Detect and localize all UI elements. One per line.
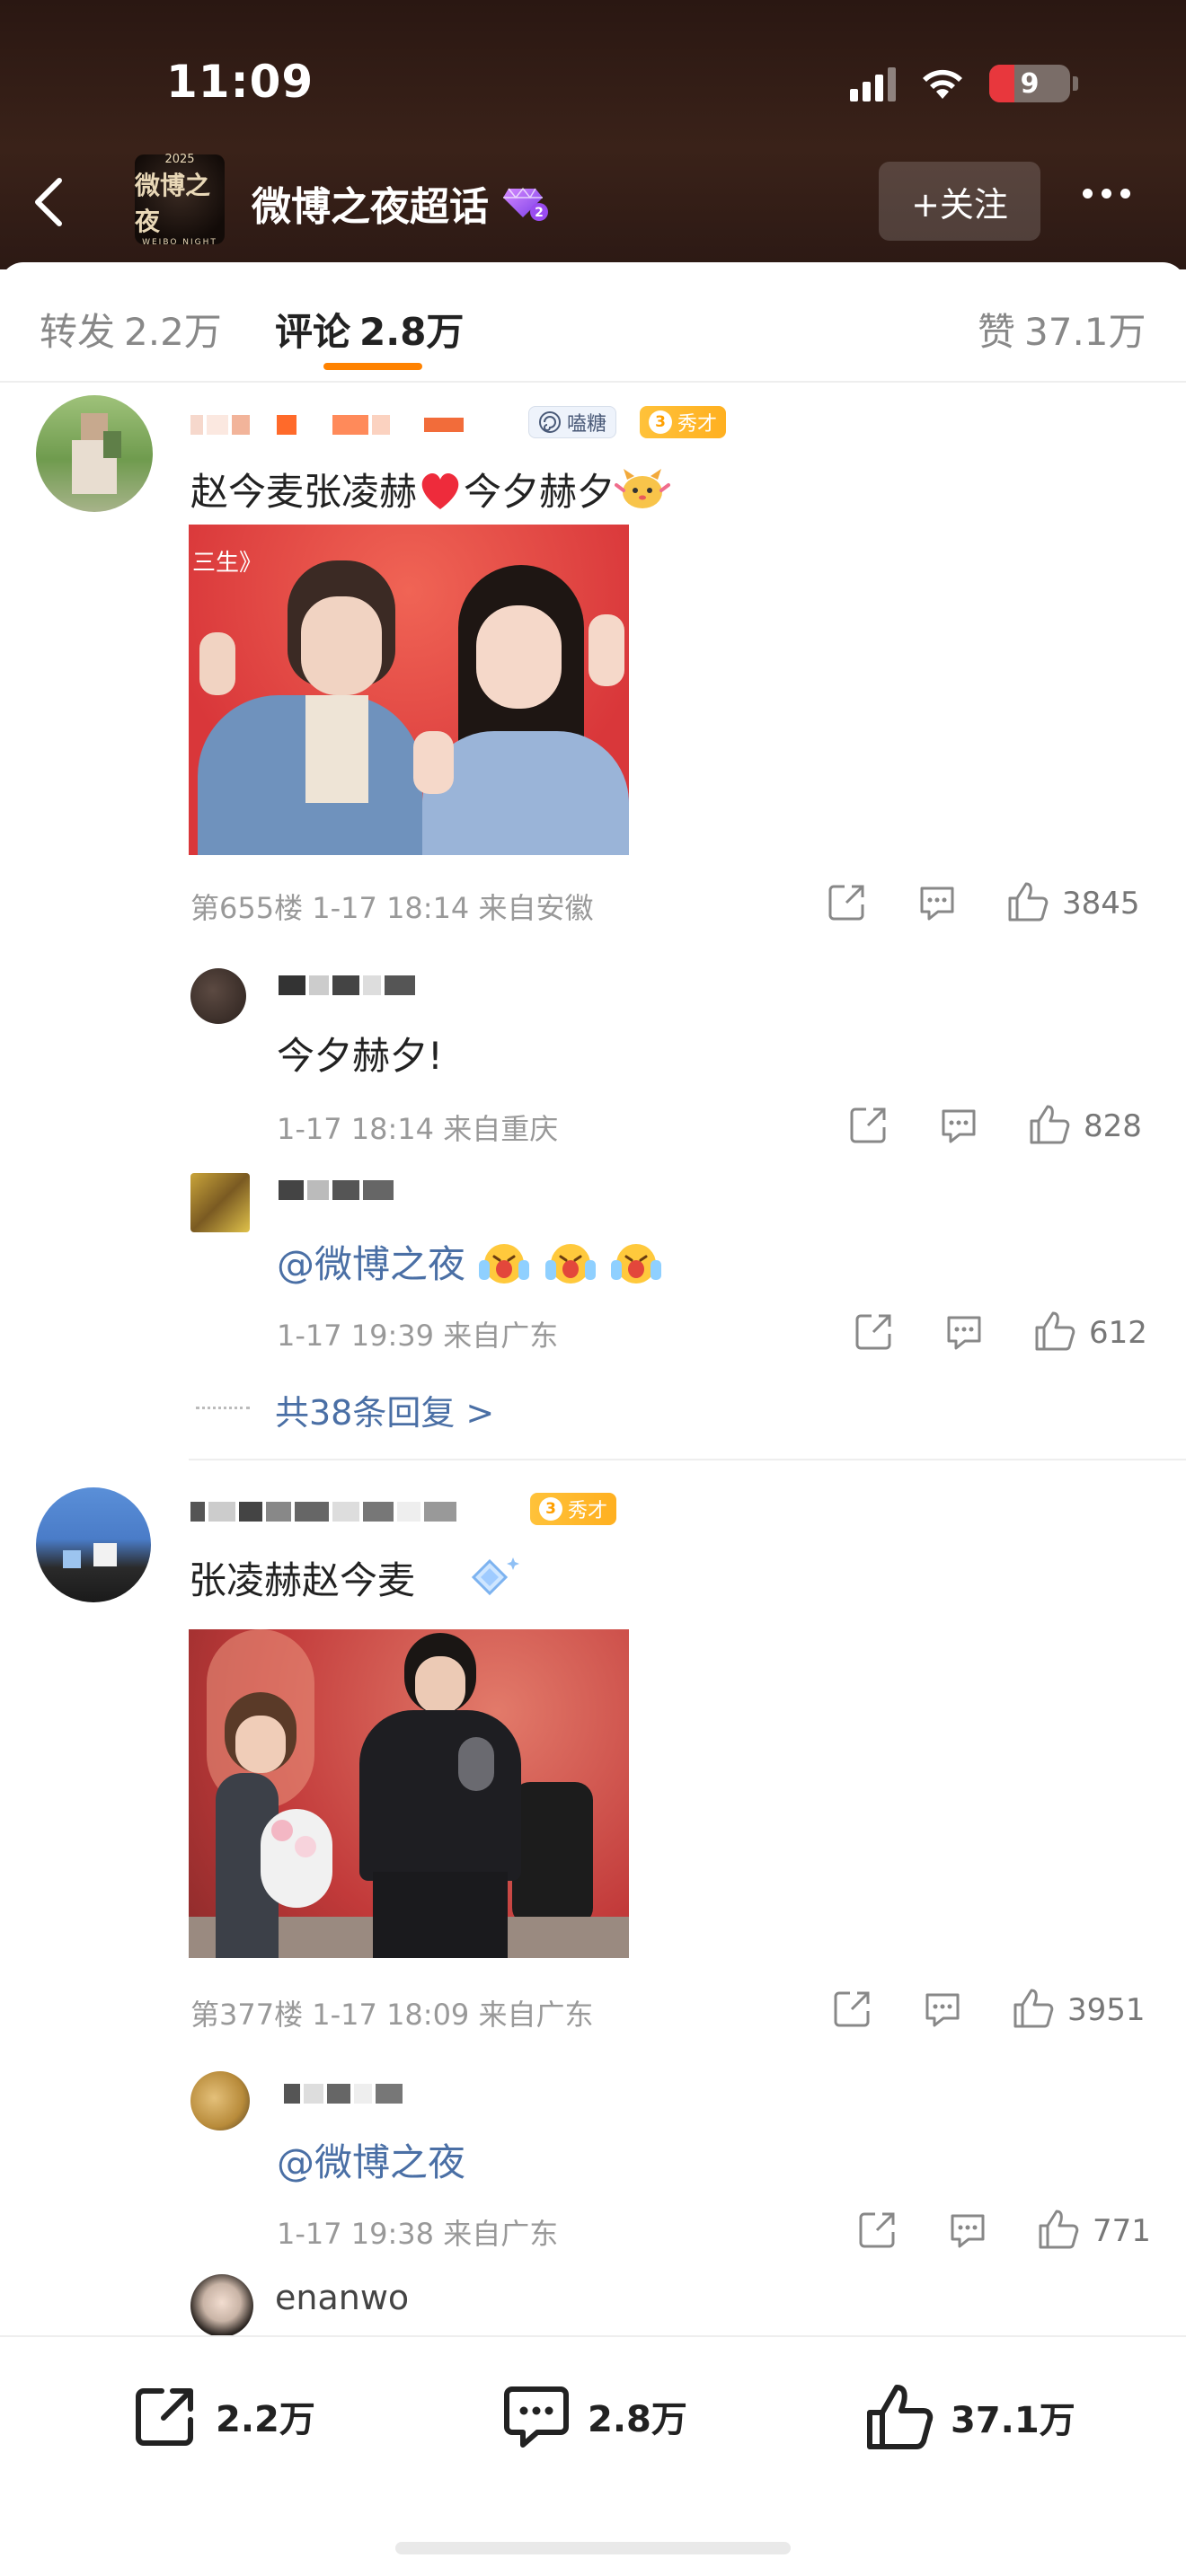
share-icon bbox=[136, 2388, 193, 2446]
reply-icon[interactable] bbox=[947, 2209, 988, 2254]
battery-level: 9 bbox=[1020, 67, 1040, 100]
comment-text: 张凌赫赵今麦 bbox=[189, 1550, 526, 1615]
avatar[interactable] bbox=[36, 395, 153, 512]
username-blurred[interactable] bbox=[279, 1180, 394, 1200]
home-indicator[interactable] bbox=[395, 2542, 791, 2554]
reply-icon[interactable] bbox=[943, 1310, 985, 1355]
tab-reposts[interactable]: 转发 2.2万 bbox=[40, 302, 222, 357]
diamond-sparkle-icon bbox=[463, 1552, 526, 1615]
like-count: 828 bbox=[1084, 1108, 1142, 1144]
active-tab-indicator bbox=[323, 363, 422, 370]
topic-logo[interactable]: 2025 微博之夜 WEIBO NIGHT bbox=[135, 153, 225, 247]
share-icon[interactable] bbox=[848, 1104, 890, 1149]
username-blurred[interactable] bbox=[284, 2084, 403, 2104]
reply-icon[interactable] bbox=[938, 1104, 979, 1149]
reply-icon[interactable] bbox=[916, 881, 958, 926]
reply-meta: 1-17 19:38 来自广东 bbox=[277, 2217, 559, 2251]
comment-actions: 3845 bbox=[827, 880, 1140, 927]
chevron-left-icon bbox=[35, 178, 62, 226]
avatar[interactable] bbox=[190, 968, 246, 1024]
status-icons: 9 bbox=[850, 65, 1078, 102]
topic-header: 11:09 9 2025 微博之夜 WEIBO NIGHT 微博之夜超话 2 +… bbox=[0, 0, 1186, 269]
back-button[interactable] bbox=[27, 175, 72, 229]
dot-icon bbox=[1102, 189, 1111, 198]
reply-text: @微博之夜 bbox=[277, 2132, 465, 2187]
status-time: 11:09 bbox=[166, 56, 314, 108]
avatar[interactable] bbox=[36, 1487, 151, 1602]
like-count: 771 bbox=[1093, 2213, 1151, 2249]
tab-comments[interactable]: 评论 2.8万 bbox=[275, 302, 464, 357]
like-icon[interactable] bbox=[1037, 2208, 1080, 2254]
bottom-action-bar: 2.2万 2.8万 37.1万 bbox=[0, 2335, 1186, 2576]
mention-link[interactable]: @微博之夜 bbox=[277, 1242, 465, 1286]
username-blurred[interactable] bbox=[279, 975, 415, 995]
excited-emoji-icon bbox=[544, 1239, 597, 1296]
view-more-replies-link[interactable]: 共38条回复 > bbox=[275, 1385, 494, 1434]
like-button[interactable]: 37.1万 bbox=[864, 2382, 1075, 2452]
badge-candy[interactable]: 嗑糖 bbox=[528, 406, 617, 438]
reply-actions: 612 bbox=[854, 1310, 1147, 1356]
comment-photo[interactable]: 三生》 bbox=[189, 525, 629, 855]
share-icon[interactable] bbox=[832, 1988, 873, 2033]
share-icon[interactable] bbox=[857, 2209, 898, 2254]
photo-caption-tag: 三生》 bbox=[192, 550, 263, 577]
badge-talent[interactable]: 3 秀才 bbox=[530, 1493, 617, 1525]
lollipop-icon bbox=[539, 411, 561, 433]
like-count: 3951 bbox=[1067, 1992, 1146, 2028]
like-count: 612 bbox=[1089, 1315, 1147, 1351]
svg-text:2: 2 bbox=[535, 206, 544, 220]
repost-button[interactable]: 2.2万 bbox=[131, 2382, 315, 2450]
comment-button[interactable]: 2.8万 bbox=[501, 2382, 687, 2450]
comment-text: 赵今麦张凌赫 今夕赫夕 bbox=[190, 462, 671, 523]
comment-photo[interactable] bbox=[189, 1629, 629, 1958]
dot-icon bbox=[1083, 189, 1093, 198]
username-blurred[interactable] bbox=[190, 415, 487, 435]
cellular-icon bbox=[850, 66, 896, 101]
dot-icon bbox=[1120, 189, 1130, 198]
comment-icon bbox=[504, 2386, 569, 2448]
like-icon bbox=[867, 2385, 934, 2449]
topic-level-icon: 2 bbox=[503, 181, 550, 225]
avatar[interactable] bbox=[190, 2071, 250, 2130]
like-count: 3845 bbox=[1062, 886, 1140, 922]
like-icon[interactable] bbox=[1028, 1103, 1071, 1150]
comment-meta: 第655楼 1-17 18:14 来自安徽 bbox=[190, 891, 594, 925]
comment-actions: 3951 bbox=[832, 1987, 1146, 2033]
reply-actions: 771 bbox=[857, 2208, 1151, 2254]
reply-icon[interactable] bbox=[922, 1988, 963, 2033]
more-options-button[interactable] bbox=[1083, 189, 1130, 198]
follow-button[interactable]: +关注 bbox=[879, 162, 1040, 241]
reply-meta: 1-17 18:14 来自重庆 bbox=[277, 1112, 559, 1146]
share-icon[interactable] bbox=[854, 1310, 895, 1355]
reply-username[interactable]: enanwo bbox=[275, 2278, 409, 2317]
avatar[interactable] bbox=[190, 1173, 250, 1232]
reply-actions: 828 bbox=[848, 1103, 1142, 1150]
like-icon[interactable] bbox=[1012, 1987, 1055, 2033]
reply-text: @微博之夜 bbox=[277, 1234, 663, 1296]
like-icon[interactable] bbox=[1006, 880, 1049, 927]
tab-bar: 转发 2.2万 评论 2.8万 赞 37.1万 bbox=[0, 269, 1186, 383]
topic-title[interactable]: 微博之夜超话 bbox=[252, 174, 489, 232]
reply-meta: 1-17 19:39 来自广东 bbox=[277, 1319, 559, 1353]
username-blurred[interactable] bbox=[190, 1502, 456, 1522]
wifi-icon bbox=[919, 66, 966, 101]
reply-text: 今夕赫夕! bbox=[277, 1034, 443, 1078]
tab-likes[interactable]: 赞 37.1万 bbox=[978, 302, 1146, 357]
share-icon[interactable] bbox=[827, 881, 868, 926]
mention-link[interactable]: @微博之夜 bbox=[277, 2140, 465, 2184]
cat-emoji-icon bbox=[615, 467, 671, 523]
excited-emoji-icon bbox=[477, 1239, 531, 1296]
heart-icon bbox=[417, 470, 464, 520]
replies-dots-divider bbox=[196, 1407, 250, 1409]
avatar[interactable] bbox=[190, 2274, 253, 2337]
like-icon[interactable] bbox=[1033, 1310, 1076, 1356]
battery-icon: 9 bbox=[989, 65, 1070, 102]
comment-divider bbox=[189, 1459, 1186, 1460]
comment-meta: 第377楼 1-17 18:09 来自广东 bbox=[190, 1998, 594, 2032]
badge-talent[interactable]: 3 秀才 bbox=[640, 406, 727, 438]
excited-emoji-icon bbox=[609, 1239, 663, 1296]
